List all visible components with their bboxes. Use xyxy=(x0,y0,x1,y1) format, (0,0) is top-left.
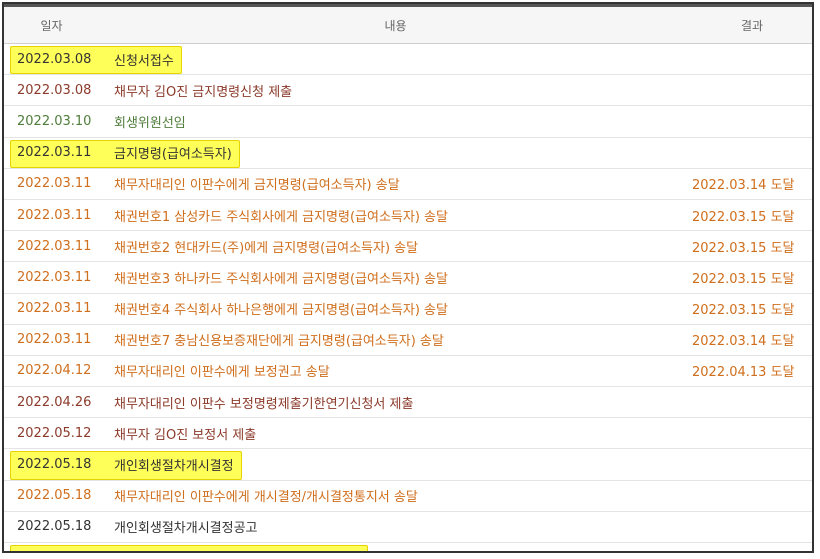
row-content: 채권번호2 현대카드(주)에게 금지명령(급여소득자) 송달 xyxy=(99,237,692,256)
row-content-text: 채무자대리인 이판수에게 개시결정/개시결정통지서 송달 xyxy=(114,490,418,506)
table-row: 2022.03.08 채무자 김O진 금지명령신청 제출 xyxy=(4,75,812,107)
row-date: 2022.03.11 xyxy=(4,176,99,191)
row-date: 2022.03.11 xyxy=(4,239,99,254)
row-date-text: 2022.08.22 xyxy=(17,551,91,552)
row-result: 2022.03.15 도달 xyxy=(692,303,795,319)
row-content: 회생위원선임 xyxy=(99,112,692,131)
row-result: 2022.03.15 도달 xyxy=(692,240,795,256)
highlight-box xyxy=(10,545,369,551)
row-result: 2022.04.13 도달 xyxy=(692,365,795,381)
row-result: 2022.03.14 도달 xyxy=(692,334,795,350)
table-row: 2022.08.22채권자집회기일(제227호 법정(본관) 10:00) xyxy=(4,543,812,552)
table-row: 2022.05.12 채무자 김O진 보정서 제출 xyxy=(4,418,812,450)
row-content-text: 채무자대리인 이판수에게 금지명령(급여소득자) 송달 xyxy=(114,178,400,194)
row-content: 채무자대리인 이판수에게 금지명령(급여소득자) 송달 xyxy=(99,174,692,193)
row-date-text: 2022.03.10 xyxy=(17,113,92,129)
row-date: 2022.03.08 xyxy=(4,83,99,98)
row-content: 채권번호7 충남신용보증재단에게 금지명령(급여소득자) 송달 xyxy=(99,330,692,349)
row-content: 채무자대리인 이판수 보정명령제출기한연기신청서 제출 xyxy=(99,393,692,412)
row-date-text: 2022.03.11 xyxy=(17,332,92,348)
header-result: 결과 xyxy=(740,18,764,33)
row-content-text: 채권번호4 주식회사 하나은행에게 금지명령(급여소득자) 송달 xyxy=(114,303,448,319)
row-content: 채권번호1 삼성카드 주식회사에게 금지명령(급여소득자) 송달 xyxy=(99,206,692,225)
row-date: 2022.03.08 xyxy=(4,52,99,67)
row-date-text: 2022.04.26 xyxy=(17,394,92,410)
row-content-text: 채권번호1 삼성카드 주식회사에게 금지명령(급여소득자) 송달 xyxy=(114,209,448,225)
row-date-text: 2022.04.12 xyxy=(17,363,92,379)
row-date-text: 2022.05.18 xyxy=(17,488,92,504)
row-content: 개인회생절차개시결정공고 xyxy=(99,517,692,536)
row-date-text: 2022.03.11 xyxy=(17,269,92,285)
table-row: 2022.03.11 채무자대리인 이판수에게 금지명령(급여소득자) 송달 202… xyxy=(4,169,812,200)
row-date: 2022.03.11 xyxy=(4,301,99,316)
table-row: 2022.05.18 채무자대리인 이판수에게 개시결정/개시결정통지서 송달 xyxy=(4,481,812,512)
row-date: 2022.03.11 xyxy=(4,270,99,285)
row-date: 2022.03.11 xyxy=(4,208,99,223)
row-date: 2022.08.22 xyxy=(4,551,99,552)
row-content: 채무자대리인 이판수에게 보정권고 송달 xyxy=(99,361,692,380)
row-content: 채무자 김O진 금지명령신청 제출 xyxy=(99,81,692,100)
header-content: 내용 xyxy=(384,18,407,33)
row-content-text: 채무자 김O진 금지명령신청 제출 xyxy=(114,84,293,100)
row-date-text: 2022.05.18 xyxy=(17,519,92,535)
table-row: 2022.04.12 채무자대리인 이판수에게 보정권고 송달 2022.04.13… xyxy=(4,356,812,388)
table-row: 2022.05.18 개인회생절차개시결정공고 xyxy=(4,512,812,543)
table-row: 2022.03.08 신청서접수 xyxy=(4,44,812,76)
row-content-text: 개인회생절차개시결정 xyxy=(114,459,234,475)
row-date: 2022.03.11 xyxy=(4,145,99,160)
row-date-text: 2022.03.11 xyxy=(17,145,92,161)
row-content-text: 채무자대리인 이판수에게 보정권고 송달 xyxy=(114,365,330,381)
row-content-text: 채무자대리인 이판수 보정명령제출기한연기신청서 제출 xyxy=(114,396,414,412)
row-content-text: 채권번호3 하나카드 주식회사에게 금지명령(급여소득자) 송달 xyxy=(114,271,448,287)
table-row: 2022.03.10 회생위원선임 xyxy=(4,106,812,138)
row-content-text: 회생위원선임 xyxy=(114,115,186,131)
row-date-text: 2022.03.11 xyxy=(17,207,92,223)
row-date: 2022.04.12 xyxy=(4,363,99,378)
row-content-text: 채권번호7 충남신용보증재단에게 금지명령(급여소득자) 송달 xyxy=(114,334,444,350)
row-date-text: 2022.05.18 xyxy=(17,457,92,473)
row-date: 2022.03.10 xyxy=(4,114,99,129)
row-content-text: 채권번호2 현대카드(주)에게 금지명령(급여소득자) 송달 xyxy=(114,240,419,256)
row-content: 채권번호4 주식회사 하나은행에게 금지명령(급여소득자) 송달 xyxy=(99,299,692,318)
row-date: 2022.03.11 xyxy=(4,332,99,347)
row-content: 채권번호3 하나카드 주식회사에게 금지명령(급여소득자) 송달 xyxy=(99,268,692,287)
table-row: 2022.05.18 개인회생절차개시결정 xyxy=(4,449,812,481)
row-result: 2022.03.15 도달 xyxy=(692,271,795,287)
row-content: 채무자 김O진 보정서 제출 xyxy=(99,424,692,443)
row-date-text: 2022.03.11 xyxy=(17,238,92,254)
table-row: 2022.03.11 채권번호3 하나카드 주식회사에게 금지명령(급여소득자) … xyxy=(4,262,812,294)
table-row: 2022.04.26 채무자대리인 이판수 보정명령제출기한연기신청서 제출 xyxy=(4,387,812,419)
header-date: 일자 xyxy=(40,18,63,33)
row-date-text: 2022.03.11 xyxy=(17,301,92,317)
table-row: 2022.03.11 금지명령(급여소득자) xyxy=(4,138,812,169)
case-history-panel: 일자 내용 결과 2022.03.08 신청서접수 2022.03.08 채무자 김O… xyxy=(2,2,814,553)
row-date-text: 2022.05.12 xyxy=(17,425,92,441)
row-content-text: 금지명령(급여소득자) xyxy=(114,147,232,163)
row-date: 2022.05.18 xyxy=(4,488,99,503)
row-content: 채무자대리인 이판수에게 개시결정/개시결정통지서 송달 xyxy=(99,486,692,505)
table-body: 2022.03.08 신청서접수 2022.03.08 채무자 김O진 금지명령신청 … xyxy=(4,44,812,552)
row-date-text: 2022.03.11 xyxy=(17,176,92,192)
row-result: 2022.03.14 도달 xyxy=(692,178,795,194)
table-row: 2022.03.11 채권번호4 주식회사 하나은행에게 금지명령(급여소득자) … xyxy=(4,294,812,325)
row-content-text: 개인회생절차개시결정공고 xyxy=(114,521,258,537)
row-date-text: 2022.03.08 xyxy=(17,82,92,98)
row-date-text: 2022.03.08 xyxy=(17,51,92,67)
row-date: 2022.05.12 xyxy=(4,426,99,441)
table-row: 2022.03.11 채권번호1 삼성카드 주식회사에게 금지명령(급여소득자) … xyxy=(4,200,812,232)
table-row: 2022.03.11 채권번호7 충남신용보증재단에게 금지명령(급여소득자) 송… xyxy=(4,325,812,356)
row-result: 2022.03.15 도달 xyxy=(692,209,795,225)
row-content-text: 신청서접수 xyxy=(114,53,174,69)
table-header: 일자 내용 결과 xyxy=(4,7,812,44)
row-content-text: 채무자 김O진 보정서 제출 xyxy=(114,427,257,443)
row-date: 2022.04.26 xyxy=(4,395,99,410)
row-content: 신청서접수 xyxy=(99,50,692,69)
table-row: 2022.03.11 채권번호2 현대카드(주)에게 금지명령(급여소득자) 송달… xyxy=(4,231,812,263)
row-date: 2022.05.18 xyxy=(4,519,99,534)
row-date: 2022.05.18 xyxy=(4,457,99,472)
